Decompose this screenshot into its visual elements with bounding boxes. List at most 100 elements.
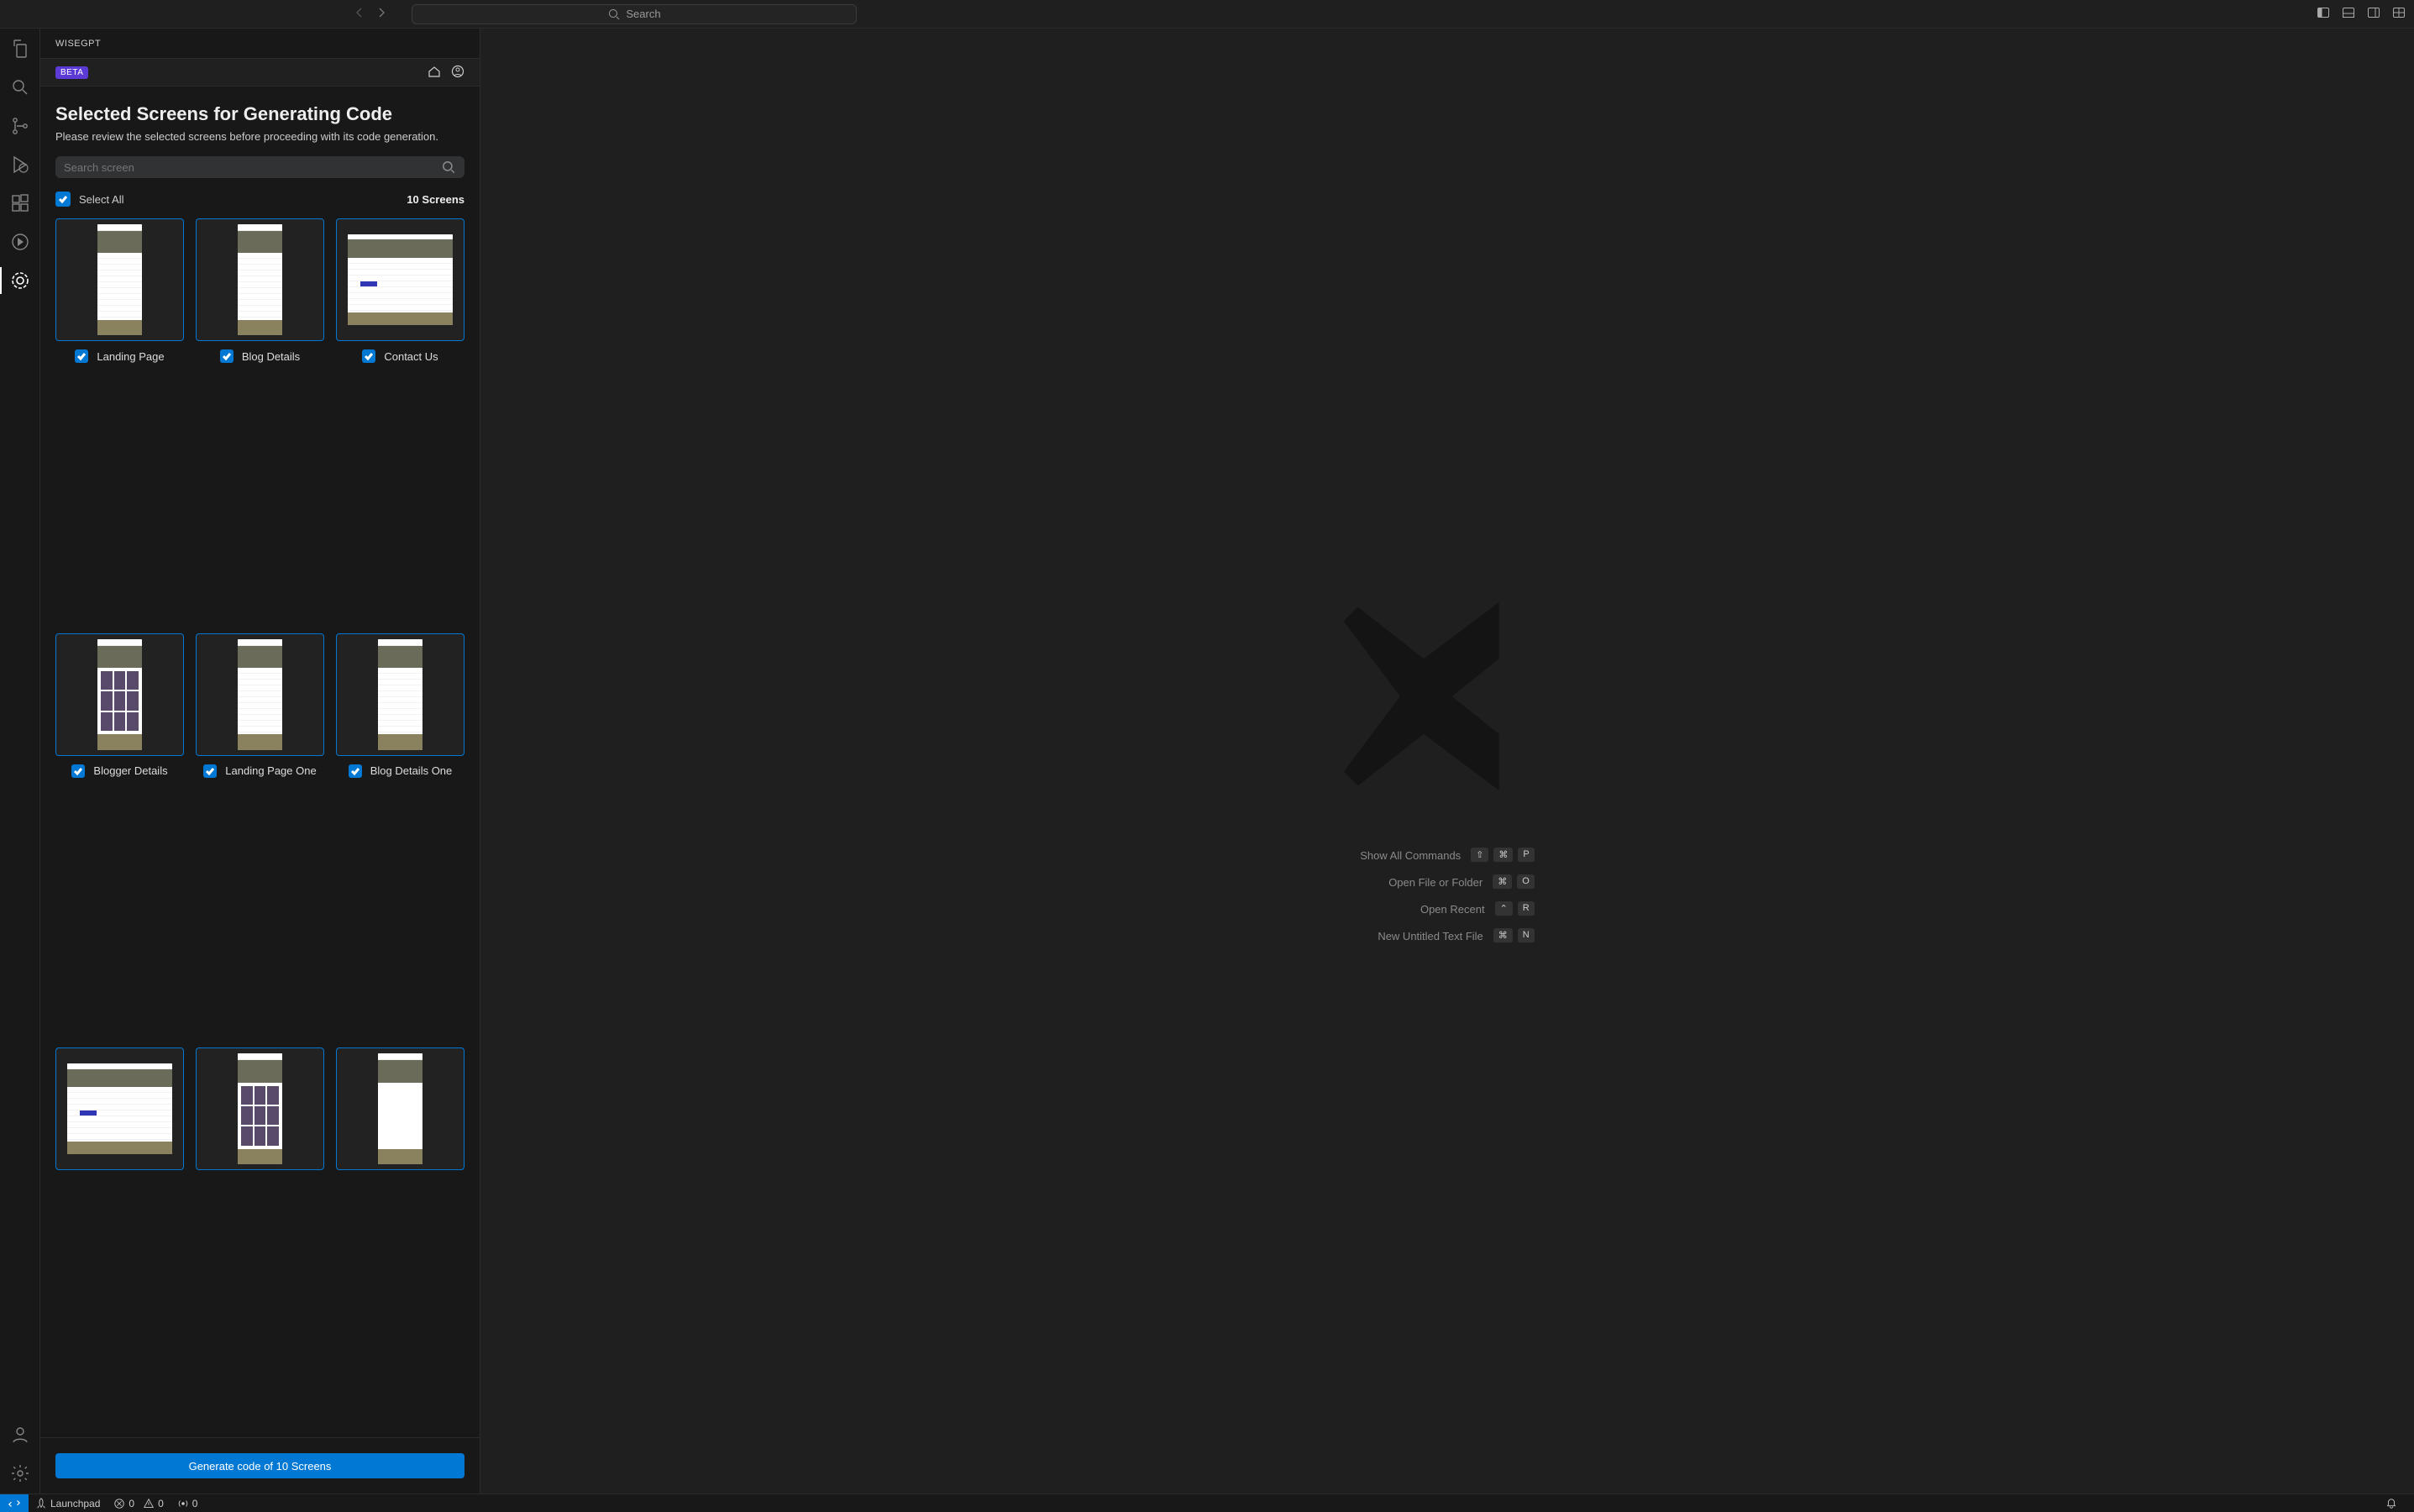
screen-card[interactable] [55,1047,184,1429]
screens-count: 10 Screens [407,193,464,206]
activity-bar [0,29,40,1494]
key: ⌘ [1493,928,1513,943]
panel-title: WISEGPT [40,29,480,58]
screen-thumbnail[interactable] [196,633,324,756]
screen-thumbnail[interactable] [196,218,324,341]
screen-card[interactable] [336,1047,464,1429]
select-all-row: Select All 10 Screens [55,192,464,207]
search-icon[interactable] [8,76,32,99]
nav-back-icon[interactable] [353,6,366,22]
problems-status[interactable]: 0 0 [107,1494,170,1512]
screen-name: Blog Details One [370,764,453,777]
select-all-label: Select All [79,193,123,206]
screen-thumbnail[interactable] [336,1047,464,1170]
screen-label-row: Blog Details One [336,764,464,778]
screen-name: Blog Details [242,350,300,363]
shortcut-keys: ⌘O [1493,874,1535,890]
screen-thumbnail[interactable] [55,218,184,341]
screen-card[interactable]: Blog Details [196,218,324,622]
screen-thumbnail[interactable] [336,218,464,341]
shortcut-row: New Untitled Text File⌘N [1360,928,1535,943]
screen-thumbnail[interactable] [336,633,464,756]
generate-button[interactable]: Generate code of 10 Screens [55,1453,464,1478]
customize-layout-icon[interactable] [2392,6,2406,22]
shortcut-row: Show All Commands⇧⌘P [1360,848,1535,863]
panel-heading: Selected Screens for Generating Code [55,103,464,125]
screen-name: Blogger Details [93,764,167,777]
shortcut-row: Open File or Folder⌘O [1360,874,1535,890]
nav-forward-icon[interactable] [375,6,388,22]
key: O [1517,874,1535,890]
search-icon [441,160,456,175]
screen-card[interactable]: Blogger Details [55,633,184,1037]
source-control-icon[interactable] [8,114,32,138]
shortcut-keys: ⌃R [1495,901,1535,916]
ports-count: 0 [192,1498,198,1509]
key: ⌘ [1493,874,1512,890]
wisegpt-icon[interactable] [8,269,32,292]
shortcut-label: Open Recent [1420,903,1485,916]
key: ⌘ [1493,848,1513,863]
accounts-icon[interactable] [8,1423,32,1446]
search-placeholder: Search [626,8,660,20]
shortcut-label: Show All Commands [1360,849,1461,862]
error-icon [113,1498,125,1509]
titlebar: Search [0,0,2414,29]
beta-header: BETA [40,58,480,87]
screen-card[interactable] [196,1047,324,1429]
screen-search-input[interactable] [64,161,441,174]
launchpad-label: Launchpad [50,1498,100,1509]
home-icon[interactable] [428,65,441,81]
broadcast-icon [177,1498,189,1509]
screen-card[interactable]: Blog Details One [336,633,464,1037]
shortcuts-list: Show All Commands⇧⌘POpen File or Folder⌘… [1360,848,1535,943]
profile-icon[interactable] [451,65,464,81]
shortcut-label: Open File or Folder [1388,876,1483,889]
screen-checkbox[interactable] [220,349,234,363]
screen-label-row: Landing Page One [196,764,324,778]
explorer-icon[interactable] [8,37,32,60]
key: P [1518,848,1534,863]
select-all-checkbox[interactable] [55,192,71,207]
screen-checkbox[interactable] [362,349,375,363]
screen-thumbnail[interactable] [196,1047,324,1170]
warning-icon [143,1498,155,1509]
toggle-secondary-sidebar-icon[interactable] [2367,6,2380,22]
screen-checkbox[interactable] [71,764,85,778]
toggle-primary-sidebar-icon[interactable] [2317,6,2330,22]
key: R [1518,901,1535,916]
run-debug-icon[interactable] [8,153,32,176]
screen-thumbnail[interactable] [55,633,184,756]
toggle-panel-icon[interactable] [2342,6,2355,22]
extensions-icon[interactable] [8,192,32,215]
screen-checkbox[interactable] [203,764,217,778]
screen-label-row: Contact Us [336,349,464,363]
shortcut-keys: ⌘N [1493,928,1535,943]
screen-name: Landing Page One [225,764,316,777]
screen-checkbox[interactable] [349,764,362,778]
screen-name: Contact Us [384,350,438,363]
remote-indicator[interactable] [0,1494,29,1512]
settings-gear-icon[interactable] [8,1462,32,1485]
screens-grid: Landing Page Blog Details Contact Us Blogge… [55,218,464,1437]
launchpad-status[interactable]: Launchpad [29,1494,107,1512]
editor-welcome: Show All Commands⇧⌘POpen File or Folder⌘… [480,29,2414,1494]
errors-count: 0 [129,1498,134,1509]
screen-card[interactable]: Landing Page [55,218,184,622]
screen-label-row: Blogger Details [55,764,184,778]
notifications-icon[interactable] [2379,1494,2404,1512]
screen-label-row: Landing Page [55,349,184,363]
key: N [1518,928,1535,943]
screen-thumbnail[interactable] [55,1047,184,1170]
wisegpt-panel: WISEGPT BETA Selected Screens for Genera… [40,29,480,1494]
panel-subheading: Please review the selected screens befor… [55,130,464,143]
ports-status[interactable]: 0 [171,1494,205,1512]
screen-card[interactable]: Landing Page One [196,633,324,1037]
live-share-icon[interactable] [8,230,32,254]
screen-checkbox[interactable] [75,349,88,363]
command-center-search[interactable]: Search [412,4,857,24]
screen-search[interactable] [55,156,464,178]
screen-card[interactable]: Contact Us [336,218,464,622]
nav-arrows [353,6,388,22]
layout-controls [2317,6,2406,22]
